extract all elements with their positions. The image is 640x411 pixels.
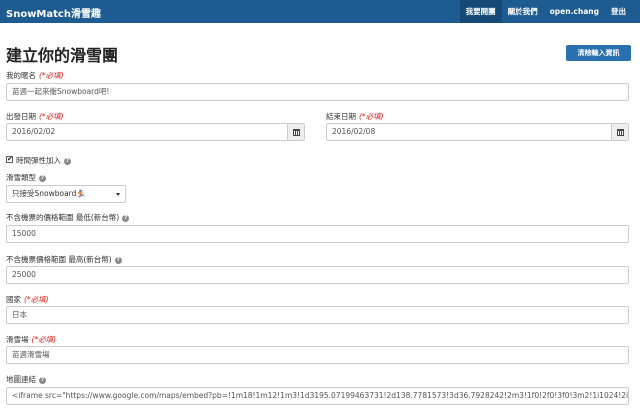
price-min-field[interactable]: 15000 — [6, 225, 629, 243]
required-mark: (*必填) — [39, 71, 64, 80]
map-link-label: 地圖連結? — [6, 375, 46, 384]
name-field[interactable]: 苗週一起來衝Snowboard吧! — [6, 83, 629, 101]
country-field[interactable]: 日本 — [6, 306, 629, 324]
clear-form-button[interactable]: 清除輸入資訊 — [566, 45, 631, 61]
ski-type-select[interactable]: 只接受Snowboard🏂 — [6, 185, 126, 203]
flexible-checkbox[interactable]: ✔ — [6, 156, 13, 163]
country-label: 國家 (*必填) — [6, 295, 49, 304]
resort-field[interactable]: 苗週滑雪場 — [6, 346, 629, 364]
caret-down-icon — [116, 193, 120, 196]
question-circle-icon[interactable]: ? — [64, 158, 71, 165]
name-label: 我的暱名 (*必填) — [6, 71, 64, 80]
question-circle-icon[interactable]: ? — [39, 175, 46, 182]
question-circle-icon[interactable]: ? — [122, 215, 130, 222]
required-mark: (*必填) — [31, 335, 57, 344]
nav-item-logout[interactable]: 登出 — [605, 0, 632, 23]
map-link-field[interactable]: <iframe src="https://www.google.com/maps… — [6, 387, 629, 405]
required-mark: (*必填) — [24, 295, 49, 304]
brand-logo[interactable]: SnowMatch滑雪趣 — [6, 5, 101, 20]
end-date-label: 結束日期 (*必填) — [326, 112, 384, 121]
end-date-calendar-button[interactable] — [612, 123, 629, 141]
required-mark: (*必填) — [39, 112, 64, 121]
calendar-icon — [616, 128, 624, 136]
page-title: 建立你的滑雪團 — [6, 46, 119, 65]
calendar-icon — [292, 128, 300, 136]
question-circle-icon[interactable]: ? — [114, 257, 122, 264]
navbar: SnowMatch滑雪趣 我要開團 關於我們 open.chang 登出 — [0, 0, 640, 23]
nav-item-about[interactable]: 關於我們 — [502, 0, 544, 23]
start-date-calendar-button[interactable] — [288, 123, 305, 141]
flexible-label: 時間彈性加入? — [16, 156, 71, 165]
ski-type-label: 滑雪類型? — [6, 173, 46, 182]
resort-label: 滑雪場 (*必填) — [6, 335, 57, 344]
price-min-label: 不含機票的價格範圍 最低(新台幣)? — [6, 213, 130, 222]
end-date-field[interactable]: 2016/02/08 — [326, 123, 612, 141]
question-circle-icon[interactable]: ? — [39, 377, 46, 384]
nav-menu: 我要開團 關於我們 open.chang 登出 — [459, 0, 632, 23]
start-date-label: 出發日期 (*必填) — [6, 112, 64, 121]
start-date-field[interactable]: 2016/02/02 — [6, 123, 288, 141]
price-max-label: 不含機票價格範圍 最高(新台幣)? — [6, 255, 122, 264]
nav-item-create-group[interactable]: 我要開團 — [459, 0, 502, 23]
price-max-field[interactable]: 25000 — [6, 266, 629, 284]
required-mark: (*必填) — [359, 112, 384, 121]
nav-item-user[interactable]: open.chang — [544, 0, 605, 23]
